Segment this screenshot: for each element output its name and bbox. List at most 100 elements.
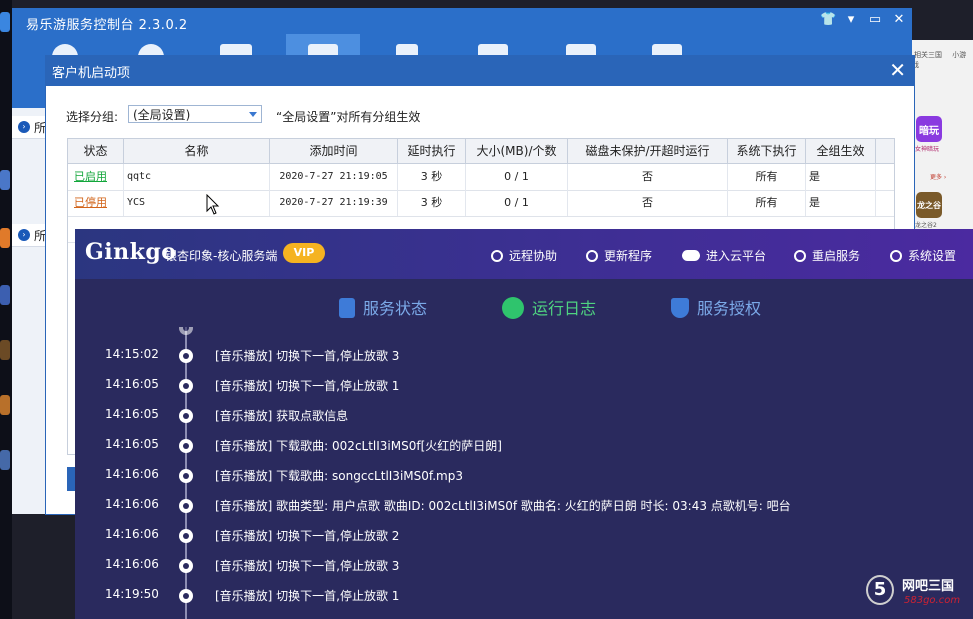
timeline-dot bbox=[179, 589, 193, 603]
menu-icon[interactable]: ▾ bbox=[844, 12, 858, 27]
status-link[interactable]: 已停用 bbox=[68, 196, 107, 209]
tab-service-status[interactable]: 服务状态 bbox=[339, 295, 427, 319]
watermark-site: 583go.com bbox=[904, 595, 961, 606]
time-cell: 2020-7-27 21:19:05 bbox=[270, 164, 398, 190]
log-icon bbox=[502, 297, 524, 319]
top-link[interactable]: 相关三国 bbox=[914, 51, 942, 59]
desktop-icon[interactable] bbox=[0, 450, 10, 470]
log-entry: 14:16:06 [音乐播放] 歌曲类型: 用户点歌 歌曲ID: 002cLtl… bbox=[75, 497, 973, 527]
action-label: 系统设置 bbox=[908, 249, 957, 263]
column-header[interactable]: 名称 bbox=[124, 139, 270, 163]
sys-cell: 所有 bbox=[728, 164, 806, 190]
ginkgo-server-window: Ginkgo 银杏印象-核心服务端 VIP 远程协助 更新程序 进入云平台 重启… bbox=[75, 229, 973, 619]
timeline-dot bbox=[179, 559, 193, 573]
delay-cell: 3 秒 bbox=[398, 164, 466, 190]
group-select[interactable]: (全局设置) bbox=[128, 105, 262, 123]
log-entry: 14:16:05 [音乐播放] 下载歌曲: 002cLtlI3iMS0f[火红的… bbox=[75, 437, 973, 467]
table-row[interactable]: 已启用 qqtc 2020-7-27 21:19:05 3 秒 0 / 1 否 … bbox=[68, 164, 894, 191]
timeline-dot bbox=[179, 529, 193, 543]
log-message: [音乐播放] 获取点歌信息 bbox=[215, 409, 349, 423]
log-entry: 14:16:06 [音乐播放] 切换下一首,停止放歌 2 bbox=[75, 527, 973, 557]
desktop-icon[interactable] bbox=[0, 228, 10, 248]
log-message: [音乐播放] 切换下一首,停止放歌 3 bbox=[215, 559, 400, 573]
desktop-icon[interactable] bbox=[0, 340, 10, 360]
cloud-icon bbox=[682, 250, 700, 261]
all-cell: 是 bbox=[806, 190, 876, 216]
time-cell: 2020-7-27 21:19:39 bbox=[270, 190, 398, 216]
size-cell: 0 / 1 bbox=[466, 164, 568, 190]
desktop-icon[interactable] bbox=[0, 285, 10, 305]
column-header[interactable]: 大小(MB)/个数 bbox=[466, 139, 568, 163]
timeline-dot bbox=[179, 327, 193, 335]
tab-label: 服务授权 bbox=[697, 299, 762, 318]
column-header[interactable]: 磁盘未保护/开超时运行 bbox=[568, 139, 728, 163]
update-button[interactable]: 更新程序 bbox=[586, 247, 652, 264]
desktop-icon[interactable] bbox=[0, 170, 10, 190]
shield-icon bbox=[671, 298, 689, 318]
cloud-platform-button[interactable]: 进入云平台 bbox=[682, 247, 766, 264]
timeline-dot bbox=[179, 469, 193, 483]
tab-service-auth[interactable]: 服务授权 bbox=[671, 295, 761, 319]
app-label: 龙之谷 bbox=[917, 200, 941, 210]
mouse-cursor-icon bbox=[206, 194, 220, 215]
power-icon bbox=[890, 250, 902, 262]
tab-label: 运行日志 bbox=[532, 299, 597, 318]
log-message: [音乐播放] 歌曲类型: 用户点歌 歌曲ID: 002cLtlI3iMS0f 歌… bbox=[215, 499, 791, 513]
column-header[interactable]: 添加时间 bbox=[270, 139, 398, 163]
log-message: [音乐播放] 切换下一首,停止放歌 1 bbox=[215, 379, 400, 393]
left-panel-row[interactable]: › 所 bbox=[12, 116, 46, 139]
power-icon bbox=[794, 250, 806, 262]
window-title: 易乐游服务控制台 2.3.0.2 bbox=[26, 18, 188, 33]
skin-icon[interactable]: 👕 bbox=[820, 12, 836, 27]
action-label: 远程协助 bbox=[509, 249, 558, 263]
close-button[interactable]: ✕ bbox=[892, 12, 906, 27]
status-cell[interactable]: 已启用 bbox=[68, 164, 124, 190]
log-entry: 14:15:02 [音乐播放] 切换下一首,停止放歌 3 bbox=[75, 347, 973, 377]
left-panel: › 所 › 所 bbox=[12, 108, 46, 514]
app-tile-longzhigu[interactable]: 龙之谷 bbox=[916, 192, 942, 218]
log-time: 14:19:50 bbox=[105, 587, 159, 601]
disk-cell: 否 bbox=[568, 164, 728, 190]
desktop-icon[interactable] bbox=[0, 395, 10, 415]
table-header: 状态 名称 添加时间 延时执行 大小(MB)/个数 磁盘未保护/开超时运行 系统… bbox=[68, 139, 894, 164]
size-cell: 0 / 1 bbox=[466, 190, 568, 216]
desktop-icon[interactable] bbox=[0, 12, 10, 32]
log-entry: 14:16:05 [音乐播放] 获取点歌信息 bbox=[75, 407, 973, 437]
ginkgo-tabs: 服务状态 运行日志 服务授权 bbox=[75, 279, 973, 327]
table-row[interactable]: 已停用 YCS 2020-7-27 21:19:39 3 秒 0 / 1 否 所… bbox=[68, 190, 894, 217]
column-header[interactable]: 全组生效 bbox=[806, 139, 876, 163]
all-cell: 是 bbox=[806, 164, 876, 190]
watermark-logo: 5 bbox=[866, 575, 894, 605]
system-settings-button[interactable]: 系统设置 bbox=[890, 247, 956, 264]
disk-cell: 否 bbox=[568, 190, 728, 216]
log-time: 14:16:06 bbox=[105, 497, 159, 511]
maximize-button[interactable]: ▭ bbox=[868, 12, 882, 27]
remote-assist-button[interactable]: 远程协助 bbox=[491, 247, 557, 264]
status-cell[interactable]: 已停用 bbox=[68, 190, 124, 216]
timeline-dot bbox=[179, 409, 193, 423]
log-message: [音乐播放] 切换下一首,停止放歌 3 bbox=[215, 349, 400, 363]
vip-badge[interactable]: VIP bbox=[283, 243, 325, 263]
more-link[interactable]: 更多 › bbox=[930, 172, 946, 181]
left-panel-row[interactable]: › 所 bbox=[12, 224, 46, 247]
tab-run-log[interactable]: 运行日志 bbox=[502, 295, 596, 319]
group-label: 选择分组: bbox=[66, 110, 119, 124]
log-time: 14:16:05 bbox=[105, 377, 159, 391]
column-header[interactable]: 状态 bbox=[68, 139, 124, 163]
app-tile-anwan[interactable]: 暗玩 bbox=[916, 116, 942, 142]
status-link[interactable]: 已启用 bbox=[68, 170, 107, 183]
watermark: 5 网吧三国 583go.com bbox=[866, 573, 971, 613]
log-time: 14:16:06 bbox=[105, 557, 159, 571]
timeline-dot bbox=[179, 349, 193, 363]
chevron-down-icon bbox=[249, 112, 257, 117]
app-caption: 龙之谷2 bbox=[915, 222, 937, 229]
chevron-icon: › bbox=[18, 121, 30, 133]
column-header[interactable]: 延时执行 bbox=[398, 139, 466, 163]
column-header[interactable]: 系统下执行 bbox=[728, 139, 806, 163]
restart-service-button[interactable]: 重启服务 bbox=[794, 247, 860, 264]
timeline-dot bbox=[179, 439, 193, 453]
dialog-title: 客户机启动项 bbox=[52, 66, 131, 81]
tab-label: 服务状态 bbox=[363, 299, 428, 318]
watermark-name: 网吧三国 bbox=[902, 579, 955, 594]
dialog-close-button[interactable]: ✕ bbox=[889, 58, 906, 82]
